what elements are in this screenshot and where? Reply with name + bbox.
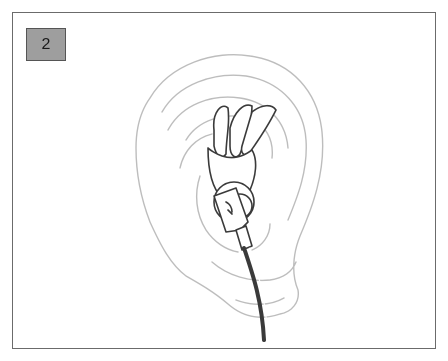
earphone <box>207 104 277 342</box>
ear-with-sport-earphone-icon <box>135 53 324 342</box>
